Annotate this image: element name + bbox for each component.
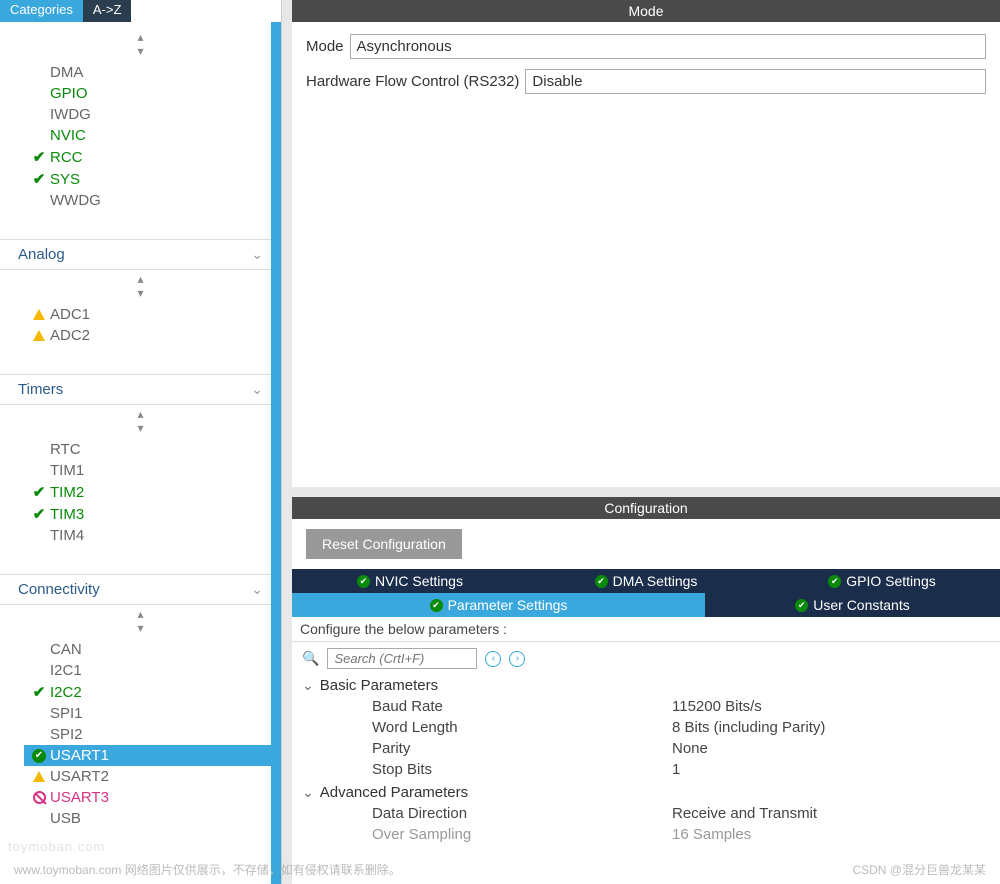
sidebar-item-spi2[interactable]: SPI2: [24, 724, 281, 745]
ok-icon: ✔: [828, 575, 841, 588]
search-icon: 🔍: [302, 650, 319, 667]
check-icon: ✔: [33, 505, 46, 523]
mode-select[interactable]: Asynchronous: [350, 34, 986, 59]
check-icon: ✔: [33, 148, 46, 166]
flow-control-label: Hardware Flow Control (RS232): [306, 73, 519, 90]
param-over-sampling[interactable]: Over Sampling16 Samples: [302, 824, 990, 845]
configuration-header: Configuration: [292, 497, 1000, 519]
sort-handle-icon[interactable]: ▴▾: [0, 270, 281, 304]
disabled-icon: [33, 791, 46, 804]
chevron-down-icon: ⌄: [302, 784, 314, 801]
chevron-down-icon: ⌄: [251, 581, 263, 598]
param-data-direction[interactable]: Data DirectionReceive and Transmit: [302, 803, 990, 824]
tab-parameter-settings[interactable]: ✔Parameter Settings: [292, 593, 705, 617]
system-item-list: DMA GPIO IWDG NVIC ✔RCC ✔SYS WWDG: [0, 62, 281, 211]
group-advanced-parameters[interactable]: ⌄Advanced Parameters: [302, 782, 990, 803]
sidebar-item-tim3[interactable]: ✔TIM3: [24, 503, 281, 525]
check-icon: ✔: [33, 170, 46, 188]
ok-icon: ✔: [595, 575, 608, 588]
flow-control-select[interactable]: Disable: [525, 69, 986, 94]
right-panel: Mode Mode Asynchronous Hardware Flow Con…: [282, 0, 1000, 884]
sidebar-item-rtc[interactable]: RTC: [24, 439, 281, 460]
warning-icon: [33, 330, 45, 341]
section-header-analog[interactable]: Analog ⌄: [0, 239, 281, 270]
sidebar-item-nvic[interactable]: NVIC: [24, 125, 281, 146]
sort-handle-icon[interactable]: ▴▾: [0, 605, 281, 639]
tab-categories[interactable]: Categories: [0, 0, 83, 22]
warning-icon: [33, 771, 45, 782]
mode-area: Mode Asynchronous Hardware Flow Control …: [292, 22, 1000, 487]
section-header-timers[interactable]: Timers ⌄: [0, 374, 281, 405]
sidebar-item-sys[interactable]: ✔SYS: [24, 168, 281, 190]
ok-icon: ✔: [357, 575, 370, 588]
ok-icon: ✔: [795, 599, 808, 612]
section-header-connectivity[interactable]: Connectivity ⌄: [0, 574, 281, 605]
sidebar: Categories A->Z ▴▾ DMA GPIO IWDG NVIC ✔R…: [0, 0, 282, 884]
tab-az[interactable]: A->Z: [83, 0, 132, 22]
sidebar-item-usart3[interactable]: USART3: [24, 787, 281, 808]
sidebar-item-usb[interactable]: USB: [24, 808, 281, 829]
sidebar-item-dma[interactable]: DMA: [24, 62, 281, 83]
sidebar-item-gpio[interactable]: GPIO: [24, 83, 281, 104]
search-next-button[interactable]: ›: [509, 651, 525, 667]
sidebar-item-adc1[interactable]: ADC1: [24, 304, 281, 325]
tab-gpio-settings[interactable]: ✔GPIO Settings: [764, 569, 1000, 593]
mode-header: Mode: [292, 0, 1000, 22]
timers-item-list: RTC TIM1 ✔TIM2 ✔TIM3 TIM4: [0, 439, 281, 546]
sidebar-item-wwdg[interactable]: WWDG: [24, 190, 281, 211]
group-basic-parameters[interactable]: ⌄Basic Parameters: [302, 675, 990, 696]
search-input[interactable]: [327, 648, 477, 669]
tab-user-constants[interactable]: ✔User Constants: [705, 593, 1000, 617]
connectivity-item-list: CAN I2C1 ✔I2C2 SPI1 SPI2 ✔USART1 USART2 …: [0, 639, 281, 829]
sort-handle-icon[interactable]: ▴▾: [0, 28, 281, 62]
warning-icon: [33, 309, 45, 320]
param-word-length[interactable]: Word Length8 Bits (including Parity): [302, 717, 990, 738]
sidebar-item-adc2[interactable]: ADC2: [24, 325, 281, 346]
param-baud-rate[interactable]: Baud Rate115200 Bits/s: [302, 696, 990, 717]
sidebar-scrollbar[interactable]: [271, 22, 281, 884]
configure-instruction: Configure the below parameters :: [292, 617, 1000, 642]
sidebar-item-iwdg[interactable]: IWDG: [24, 104, 281, 125]
chevron-down-icon: ⌄: [302, 677, 314, 694]
reset-configuration-button[interactable]: Reset Configuration: [306, 529, 462, 559]
sidebar-item-rcc[interactable]: ✔RCC: [24, 146, 281, 168]
sidebar-item-i2c1[interactable]: I2C1: [24, 660, 281, 681]
ok-icon: ✔: [430, 599, 443, 612]
sidebar-item-can[interactable]: CAN: [24, 639, 281, 660]
check-icon: ✔: [33, 683, 46, 701]
tab-dma-settings[interactable]: ✔DMA Settings: [528, 569, 764, 593]
watermark: toymoban.com: [8, 839, 105, 854]
check-icon: ✔: [33, 483, 46, 501]
sidebar-item-usart2[interactable]: USART2: [24, 766, 281, 787]
param-parity[interactable]: ParityNone: [302, 738, 990, 759]
chevron-down-icon: ⌄: [251, 381, 263, 398]
sidebar-item-spi1[interactable]: SPI1: [24, 703, 281, 724]
sidebar-item-tim4[interactable]: TIM4: [24, 525, 281, 546]
sidebar-item-tim1[interactable]: TIM1: [24, 460, 281, 481]
sidebar-item-usart1[interactable]: ✔USART1: [24, 745, 281, 766]
param-stop-bits[interactable]: Stop Bits1: [302, 759, 990, 780]
enabled-icon: ✔: [32, 749, 46, 763]
mode-label: Mode: [306, 38, 344, 55]
sort-handle-icon[interactable]: ▴▾: [0, 405, 281, 439]
sidebar-item-i2c2[interactable]: ✔I2C2: [24, 681, 281, 703]
analog-item-list: ADC1 ADC2: [0, 304, 281, 346]
search-prev-button[interactable]: ‹: [485, 651, 501, 667]
sidebar-item-tim2[interactable]: ✔TIM2: [24, 481, 281, 503]
chevron-down-icon: ⌄: [251, 246, 263, 263]
tab-nvic-settings[interactable]: ✔NVIC Settings: [292, 569, 528, 593]
